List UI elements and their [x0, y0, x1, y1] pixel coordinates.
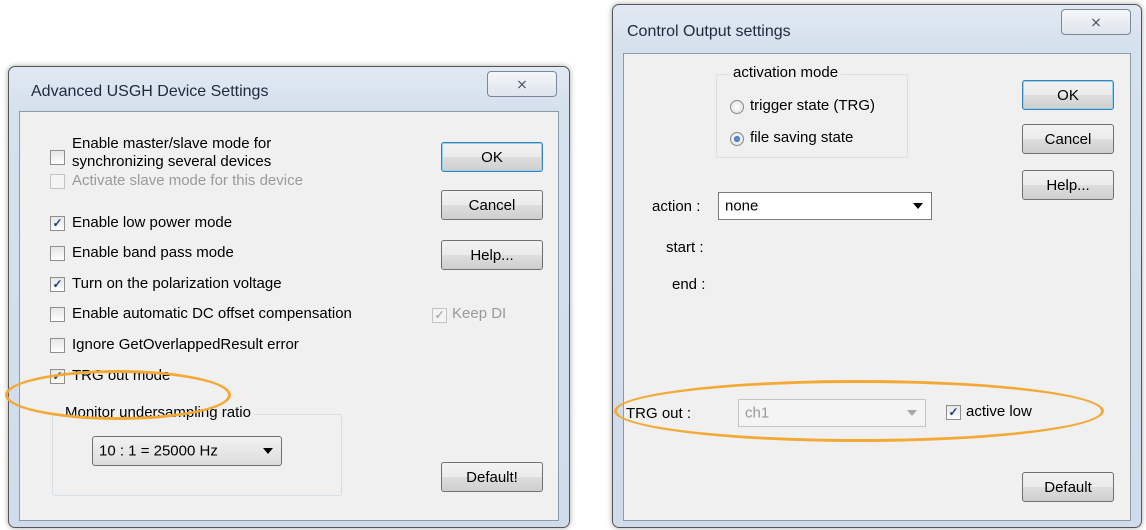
default-button[interactable]: Default!: [441, 462, 543, 492]
default-button[interactable]: Default: [1022, 472, 1114, 502]
ignore-error-label: Ignore GetOverlappedResult error: [72, 336, 299, 353]
band-pass-checkbox[interactable]: [50, 246, 65, 261]
control-output-settings-dialog: Control Output settings ⨯ activation mod…: [612, 4, 1142, 528]
checkmark-icon: ✓: [52, 277, 63, 291]
low-power-label: Enable low power mode: [72, 214, 233, 231]
trigger-state-radio[interactable]: [730, 100, 744, 114]
master-slave-checkbox[interactable]: [50, 150, 65, 165]
chevron-down-icon: [913, 203, 923, 209]
close-button[interactable]: ⨯: [487, 71, 557, 97]
cancel-button[interactable]: Cancel: [441, 190, 543, 220]
dialog-title: Control Output settings: [627, 23, 791, 40]
keep-di-checkbox[interactable]: ✓: [432, 308, 447, 323]
action-label: action :: [652, 198, 701, 215]
dialog-title: Advanced USGH Device Settings: [31, 83, 269, 100]
close-button[interactable]: ⨯: [1061, 9, 1131, 35]
close-icon: ⨯: [516, 75, 528, 92]
file-saving-label: file saving state: [750, 129, 854, 146]
polarization-label: Turn on the polarization voltage: [72, 275, 282, 292]
monitor-ratio-value: 10 : 1 = 25000 Hz: [99, 442, 218, 460]
help-button[interactable]: Help...: [441, 240, 543, 270]
start-label: start :: [666, 239, 704, 256]
ok-button[interactable]: OK: [441, 142, 543, 172]
chevron-down-icon: [263, 448, 273, 454]
cancel-button[interactable]: Cancel: [1022, 124, 1114, 154]
activate-slave-label: Activate slave mode for this device: [72, 172, 303, 189]
low-power-checkbox[interactable]: ✓: [50, 216, 65, 231]
master-slave-label: Enable master/slave mode for: [72, 135, 272, 152]
checkmark-icon: ✓: [434, 308, 445, 322]
master-slave-label-line2: synchronizing several devices: [72, 153, 272, 170]
dc-offset-label: Enable automatic DC offset compensation: [72, 305, 352, 322]
dialog-client-area: Enable master/slave mode for synchronizi…: [19, 111, 559, 521]
dialog-client-area: activation mode trigger state (TRG) file…: [623, 53, 1131, 521]
help-button[interactable]: Help...: [1022, 170, 1114, 200]
dc-offset-checkbox[interactable]: [50, 307, 65, 322]
trigger-state-label: trigger state (TRG): [750, 97, 876, 114]
activation-mode-label: activation mode: [730, 64, 842, 81]
ignore-error-checkbox[interactable]: [50, 338, 65, 353]
monitor-ratio-select[interactable]: 10 : 1 = 25000 Hz: [92, 436, 282, 466]
action-value: none: [725, 197, 759, 215]
action-select[interactable]: none: [718, 192, 932, 220]
file-saving-radio[interactable]: [730, 132, 744, 146]
band-pass-label: Enable band pass mode: [72, 244, 234, 261]
activate-slave-checkbox[interactable]: [50, 174, 65, 189]
keep-di-label: Keep DI: [452, 305, 507, 322]
end-label: end :: [672, 276, 706, 293]
radio-dot-icon: [734, 136, 740, 142]
checkmark-icon: ✓: [52, 216, 63, 230]
advanced-usgh-settings-dialog: Advanced USGH Device Settings ⨯ Enable m…: [8, 66, 570, 528]
ok-button[interactable]: OK: [1022, 80, 1114, 110]
close-icon: ⨯: [1090, 13, 1102, 30]
trg-out-highlight: [614, 380, 1104, 442]
trg-out-mode-highlight: [5, 370, 231, 420]
polarization-checkbox[interactable]: ✓: [50, 277, 65, 292]
